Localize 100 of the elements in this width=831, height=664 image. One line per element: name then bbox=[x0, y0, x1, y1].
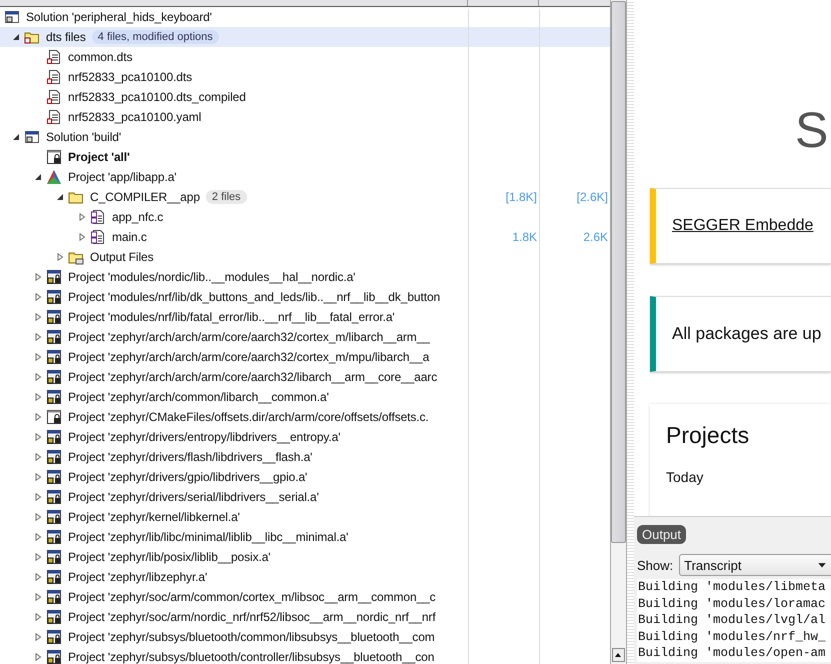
tree-item-label: Project 'zephyr/CMakeFiles/offsets.dir/arch/arm/core/offsets/offsets.c. bbox=[68, 410, 429, 424]
tree-row[interactable]: nrf52833_pca10100.yaml bbox=[0, 107, 610, 127]
tree-row[interactable]: common.dts bbox=[0, 47, 610, 67]
notice-text: All packages are up bbox=[672, 324, 822, 344]
locked-project-icon bbox=[46, 449, 62, 465]
tree-row[interactable]: nrf52833_pca10100.dts_compiled bbox=[0, 87, 610, 107]
tree-row[interactable]: Project 'zephyr/CMakeFiles/offsets.dir/arch/arm/core/offsets/offsets.c. bbox=[0, 407, 610, 427]
output-tab[interactable]: Output bbox=[637, 525, 686, 544]
tree-row[interactable]: Project 'zephyr/arch/arch/arm/core/aarch32/cortex_m/libarch__arm__ bbox=[0, 327, 610, 347]
expand-icon[interactable] bbox=[34, 513, 42, 521]
expand-icon[interactable] bbox=[34, 613, 42, 621]
tree-row[interactable]: Project 'zephyr/arch/arch/arm/core/aarch32/libarch__arm__core__aarc bbox=[0, 367, 610, 387]
scrollbar[interactable] bbox=[610, 0, 627, 664]
expand-icon[interactable] bbox=[78, 233, 86, 241]
collapse-icon[interactable] bbox=[12, 33, 20, 41]
triangle-icon bbox=[46, 169, 62, 185]
tree-row[interactable]: Project 'zephyr/lib/posix/liblib__posix.a' bbox=[0, 547, 610, 567]
collapse-icon[interactable] bbox=[12, 133, 20, 141]
tree-item-label: Project 'zephyr/arch/arch/arm/core/aarch32/cortex_m/mpu/libarch__a bbox=[68, 350, 430, 364]
expand-icon[interactable] bbox=[34, 333, 42, 341]
tree-row[interactable]: Project 'zephyr/arch/arch/arm/core/aarch32/cortex_m/mpu/libarch__a bbox=[0, 347, 610, 367]
tree-item-label: Project 'zephyr/drivers/flash/libdrivers__flash.a' bbox=[68, 450, 312, 464]
locked-project-icon bbox=[46, 549, 62, 565]
tree-item-label: nrf52833_pca10100.dts bbox=[68, 70, 192, 84]
tree-row[interactable]: Solution 'build' bbox=[0, 127, 610, 147]
tree-row[interactable]: Project 'zephyr/soc/arm/nordic_nrf/nrf52/libsoc__arm__nordic_nrf__nrf bbox=[0, 607, 610, 627]
tree-item-label: common.dts bbox=[68, 50, 132, 64]
expand-icon[interactable] bbox=[34, 393, 42, 401]
expand-icon[interactable] bbox=[34, 533, 42, 541]
tree-row[interactable]: Project 'zephyr/subsys/bluetooth/controller/libsubsys__bluetooth__con bbox=[0, 647, 610, 664]
expand-icon[interactable] bbox=[34, 413, 42, 421]
locked-project-icon bbox=[46, 389, 62, 405]
tree-item-label: Project 'zephyr/arch/common/libarch__common.a' bbox=[68, 390, 329, 404]
scrollbar-thumb[interactable] bbox=[611, 1, 626, 543]
caret-icon bbox=[817, 560, 827, 570]
locked-project-icon bbox=[46, 329, 62, 345]
expand-icon[interactable] bbox=[34, 313, 42, 321]
tree-row[interactable]: Solution 'peripheral_hids_keyboard' bbox=[0, 7, 610, 27]
tree-row[interactable]: Project 'zephyr/drivers/flash/libdrivers__flash.a' bbox=[0, 447, 610, 467]
tree-item-label: Project 'zephyr/arch/arch/arm/core/aarch32/libarch__arm__core__aarc bbox=[68, 370, 438, 384]
data-size: [2.6K] bbox=[576, 190, 608, 204]
show-label: Show: bbox=[637, 558, 674, 572]
tree-item-label: main.c bbox=[112, 230, 147, 244]
tree-row[interactable]: Project 'app/libapp.a' bbox=[0, 167, 610, 187]
locked-project-icon bbox=[46, 489, 62, 505]
tree-item-label: Project 'zephyr/lib/libc/minimal/liblib__libc__minimal.a' bbox=[68, 530, 348, 544]
expand-icon[interactable] bbox=[34, 293, 42, 301]
locked-project-icon bbox=[46, 609, 62, 625]
tree-row[interactable]: dts files 4 files, modified options bbox=[0, 27, 610, 47]
expand-icon[interactable] bbox=[56, 253, 64, 261]
projects-heading: Projects bbox=[666, 421, 750, 449]
tree-item-label: Project 'modules/nrf/lib/fatal_error/lib..__nrf__lib__fatal_error.a' bbox=[68, 310, 395, 324]
expand-icon[interactable] bbox=[34, 593, 42, 601]
tree-item-label: Project 'modules/nrf/lib/dk_buttons_and_leds/lib..__nrf__lib__dk_button bbox=[68, 290, 440, 304]
log-line: Building 'modules/nrf_hw_ bbox=[638, 628, 827, 645]
expand-icon[interactable] bbox=[34, 433, 42, 441]
tree-row[interactable]: Project 'zephyr/libzephyr.a' bbox=[0, 567, 610, 587]
expand-icon[interactable] bbox=[34, 373, 42, 381]
collapse-icon[interactable] bbox=[56, 193, 64, 201]
expand-icon[interactable] bbox=[34, 553, 42, 561]
projects-group-label: Today bbox=[666, 469, 704, 485]
tree-row[interactable]: C_COMPILER__app 2 files [1.8K] [2.6K] bbox=[0, 187, 610, 207]
tree-item-label: Project 'zephyr/arch/arch/arm/core/aarch32/cortex_m/libarch__arm__ bbox=[68, 330, 430, 344]
expand-icon[interactable] bbox=[34, 573, 42, 581]
expand-icon[interactable] bbox=[34, 493, 42, 501]
tree-row[interactable]: Project 'all' bbox=[0, 147, 610, 167]
tree-row[interactable]: Project 'zephyr/kernel/libkernel.a' bbox=[0, 507, 610, 527]
tree-row[interactable]: Project 'modules/nrf/lib/fatal_error/lib..__nrf__lib__fatal_error.a' bbox=[0, 307, 610, 327]
notice-link[interactable]: SEGGER Embedde bbox=[672, 217, 814, 235]
expand-icon[interactable] bbox=[34, 473, 42, 481]
tree-row[interactable]: Project 'zephyr/subsys/bluetooth/common/libsubsys__bluetooth__com bbox=[0, 627, 610, 647]
expand-icon[interactable] bbox=[34, 633, 42, 641]
locked-project-icon bbox=[46, 429, 62, 445]
show-dropdown[interactable]: Transcript bbox=[679, 554, 831, 576]
tree-row[interactable]: nrf52833_pca10100.dts bbox=[0, 67, 610, 87]
tree-row[interactable]: Project 'modules/nrf/lib/dk_buttons_and_leds/lib..__nrf__lib__dk_button bbox=[0, 287, 610, 307]
tree-row[interactable]: Project 'zephyr/drivers/gpio/libdrivers__gpio.a' bbox=[0, 467, 610, 487]
expand-icon[interactable] bbox=[34, 653, 42, 661]
expand-icon[interactable] bbox=[34, 353, 42, 361]
expand-icon[interactable] bbox=[34, 453, 42, 461]
tree-row[interactable]: main.c 1.8K 2.6K bbox=[0, 227, 610, 247]
tree-row[interactable]: app_nfc.c bbox=[0, 207, 610, 227]
tree-row[interactable]: Project 'zephyr/arch/common/libarch__common.a' bbox=[0, 387, 610, 407]
locked-project-icon bbox=[46, 629, 62, 645]
tree-row[interactable]: Project 'modules/nordic/lib..__modules__hal__nordic.a' bbox=[0, 267, 610, 287]
tree-row[interactable]: Project 'zephyr/lib/libc/minimal/liblib__libc__minimal.a' bbox=[0, 527, 610, 547]
tree-row[interactable]: Output Files bbox=[0, 247, 610, 267]
file-icon bbox=[46, 49, 62, 65]
tree-item-label: Output Files bbox=[90, 250, 154, 264]
scroll-up-button[interactable] bbox=[612, 648, 625, 662]
locked-project-icon bbox=[46, 269, 62, 285]
tree-row[interactable]: Project 'zephyr/drivers/serial/libdrivers__serial.a' bbox=[0, 487, 610, 507]
tree-row[interactable]: Project 'zephyr/drivers/entropy/libdrivers__entropy.a' bbox=[0, 427, 610, 447]
collapse-icon[interactable] bbox=[34, 173, 42, 181]
tree-row[interactable]: Project 'zephyr/soc/arm/common/cortex_m/libsoc__arm__common__c bbox=[0, 587, 610, 607]
tree-item-label: Project 'zephyr/soc/arm/nordic_nrf/nrf52/libsoc__arm__nordic_nrf__nrf bbox=[68, 610, 436, 624]
tree-item-label: Project 'zephyr/libzephyr.a' bbox=[68, 570, 208, 584]
tree-item-label: Project 'zephyr/kernel/libkernel.a' bbox=[68, 510, 240, 524]
expand-icon[interactable] bbox=[78, 213, 86, 221]
expand-icon[interactable] bbox=[34, 273, 42, 281]
